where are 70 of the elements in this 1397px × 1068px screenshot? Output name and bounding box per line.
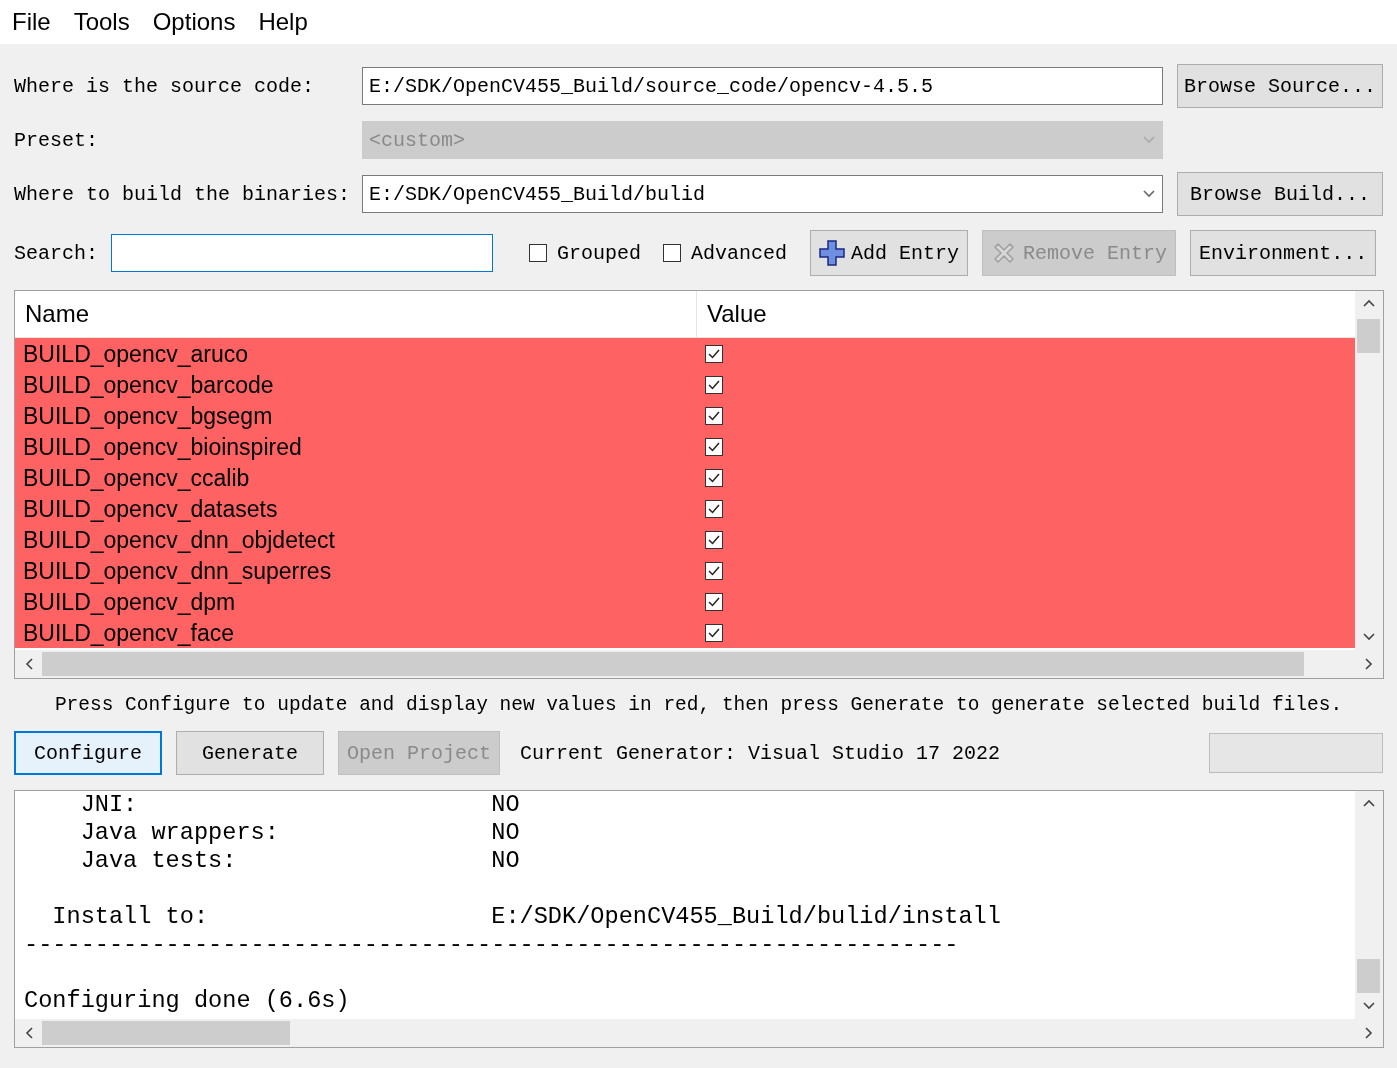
table-cell-text: BUILD_opencv_aruco [22, 339, 250, 368]
checkbox[interactable] [663, 244, 682, 262]
log-line: Install to: E:/SDK/OpenCV455_Build/bulid/install [51, 903, 1001, 931]
checkbox[interactable] [705, 592, 723, 611]
column-header[interactable]: Name [15, 291, 697, 337]
scrollbar-thumb[interactable] [1357, 319, 1380, 353]
table-row[interactable]: BUILD_opencv_barcode [15, 369, 1355, 400]
checkbox[interactable] [705, 375, 723, 394]
table-cell-text: BUILD_opencv_dpm [22, 587, 237, 616]
table-cell-text: BUILD_opencv_bgsegm [22, 401, 274, 430]
search-field[interactable] [111, 234, 493, 272]
checkbox[interactable] [705, 437, 723, 456]
table-cell-text: BUILD_opencv_dnn_superres [22, 556, 333, 585]
scrollbar-thumb[interactable] [1357, 959, 1380, 993]
table-row[interactable]: BUILD_opencv_bioinspired [15, 431, 1355, 462]
scrollbar[interactable] [15, 1019, 1383, 1047]
table-cell-text: BUILD_opencv_barcode [22, 370, 275, 399]
field-label: Preset: [14, 127, 99, 154]
checkbox[interactable] [705, 344, 723, 363]
table-cell-text: BUILD_opencv_face [22, 618, 235, 647]
scrollbar[interactable] [1355, 291, 1383, 650]
checkbox[interactable] [705, 468, 723, 487]
field-label: Search: [14, 241, 98, 265]
browse-build-button[interactable]: Browse Build... [1177, 172, 1383, 216]
table-cell-text: BUILD_opencv_bioinspired [22, 432, 303, 461]
log-line: Java wrappers: NO [79, 819, 520, 847]
entry-button[interactable]: Environment... [1190, 230, 1377, 276]
table-row[interactable]: BUILD_opencv_ccalib [15, 462, 1355, 493]
table-row[interactable]: BUILD_opencv_dpm [15, 586, 1355, 617]
table-cell-text: BUILD_opencv_ccalib [22, 463, 251, 492]
checkbox-label: Grouped [557, 241, 642, 265]
table-row[interactable]: BUILD_opencv_dnn_objdetect [15, 524, 1355, 555]
table-cell-text: BUILD_opencv_datasets [22, 494, 279, 523]
plus-icon [819, 240, 846, 266]
source-path-field[interactable]: E:/SDK/OpenCV455_Build/source_code/opencv-4.5.5 [362, 67, 1163, 105]
scrollbar[interactable] [1355, 791, 1383, 1019]
field-label: Where is the source code: [14, 73, 316, 100]
hint-text: Press Configure to update and display new values in red, then press Generate to generate selected build files. [53, 693, 1344, 718]
action-button[interactable]: Generate [176, 731, 324, 775]
field-label: Where to build the binaries: [14, 181, 348, 208]
scrollbar-thumb[interactable] [42, 652, 1304, 676]
checkbox[interactable] [705, 561, 723, 580]
table-row[interactable]: BUILD_opencv_aruco [15, 338, 1355, 369]
menu-item[interactable]: Options [142, 8, 246, 36]
table-row[interactable]: BUILD_opencv_datasets [15, 493, 1355, 524]
table-row[interactable]: BUILD_opencv_face [15, 617, 1355, 648]
column-header[interactable]: Value [697, 291, 767, 337]
table-row[interactable]: BUILD_opencv_dnn_superres [15, 555, 1355, 586]
build-path-dropdown[interactable]: E:/SDK/OpenCV455_Build/bulid [362, 175, 1163, 213]
table-cell-text: BUILD_opencv_dnn_objdetect [22, 525, 336, 554]
log-line: JNI: NO [79, 791, 520, 819]
checkbox[interactable] [705, 499, 723, 518]
browse-source-button[interactable]: Browse Source... [1177, 64, 1383, 108]
log-line: Java tests: NO [79, 847, 520, 875]
menu-item[interactable]: File [2, 8, 61, 36]
checkbox[interactable] [705, 623, 723, 642]
checkbox[interactable] [705, 406, 723, 425]
menu-item[interactable]: Help [248, 8, 318, 36]
scrollbar-thumb[interactable] [42, 1021, 290, 1045]
checkbox-label: Advanced [691, 241, 788, 265]
scrollbar[interactable] [15, 650, 1383, 678]
action-button[interactable]: Configure [14, 731, 162, 775]
menu-item[interactable]: Tools [63, 8, 140, 36]
checkbox[interactable] [705, 530, 723, 549]
checkbox[interactable] [529, 244, 547, 262]
log-line: Configuring done (6.6s) [24, 987, 350, 1015]
table-row[interactable]: BUILD_opencv_bgsegm [15, 400, 1355, 431]
entry-button[interactable]: Add Entry [810, 230, 969, 276]
generator-label: Current Generator: Visual Studio 17 2022 [520, 741, 1001, 765]
log-line: ------------------------------------------------------------------ [24, 931, 959, 959]
